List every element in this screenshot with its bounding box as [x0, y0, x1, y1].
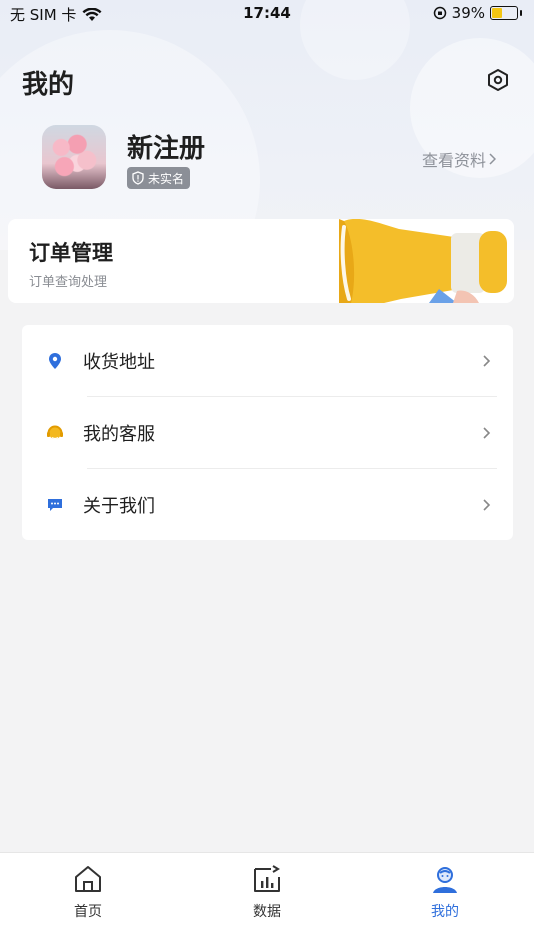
chat-bubble-icon	[48, 499, 62, 511]
tab-bar: 首页 数据 我的	[0, 852, 534, 950]
menu-item-address[interactable]: 收货地址	[22, 325, 513, 397]
tab-mine[interactable]: 我的	[395, 863, 495, 921]
battery-icon	[490, 6, 518, 20]
tab-label: 数据	[253, 904, 281, 920]
chevron-right-icon	[489, 153, 496, 165]
menu-item-label: 我的客服	[83, 424, 155, 445]
order-management-card[interactable]: 订单管理 订单查询处理	[8, 219, 514, 303]
shield-icon	[132, 171, 144, 185]
tab-label: 我的	[431, 904, 459, 920]
location-pin-icon	[49, 353, 61, 369]
menu-item-label: 关于我们	[83, 496, 155, 517]
profile-icon	[433, 867, 457, 893]
menu-item-about-us[interactable]: 关于我们	[22, 469, 513, 541]
order-card-subtitle: 订单查询处理	[29, 275, 108, 290]
status-right: 39%	[433, 4, 522, 22]
order-card-title: 订单管理	[29, 241, 113, 265]
menu-card: 收货地址 我的客服 关于我们	[22, 325, 513, 540]
chevron-right-icon	[483, 499, 491, 511]
view-profile-link[interactable]: 查看资料	[422, 147, 496, 171]
tab-data[interactable]: 数据	[217, 863, 317, 921]
customer-service-icon	[47, 425, 63, 440]
chevron-right-icon	[483, 427, 491, 439]
menu-item-label: 收货地址	[83, 352, 155, 373]
battery-percent: 39%	[451, 4, 485, 22]
page-title: 我的	[22, 70, 75, 100]
avatar[interactable]	[42, 125, 106, 189]
badge-label: 未实名	[148, 171, 185, 186]
chevron-right-icon	[483, 355, 491, 367]
menu-item-customer-service[interactable]: 我的客服	[22, 397, 513, 469]
orientation-lock-icon	[433, 6, 446, 20]
status-bar: 无 SIM 卡 17:44 39%	[0, 0, 534, 28]
home-icon	[75, 866, 101, 892]
username: 新注册	[127, 134, 206, 164]
tab-label: 首页	[74, 904, 102, 920]
settings-hexagon-icon[interactable]	[486, 68, 510, 92]
chart-icon	[254, 865, 280, 892]
tab-home[interactable]: 首页	[38, 863, 138, 921]
verification-badge: 未实名	[127, 167, 191, 189]
megaphone-illustration-icon	[339, 219, 507, 303]
view-profile-label: 查看资料	[421, 151, 486, 170]
